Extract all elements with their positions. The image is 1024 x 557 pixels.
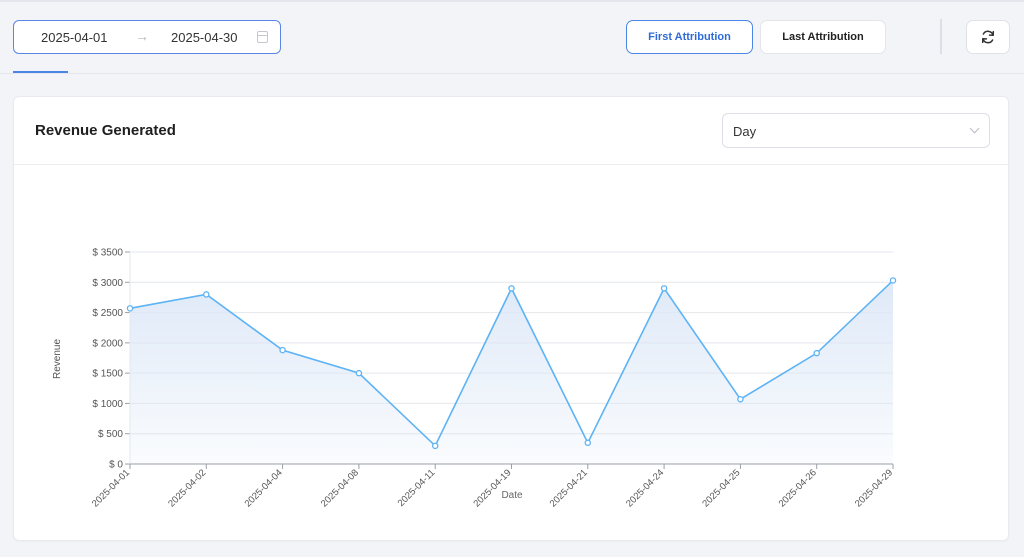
data-point [737,395,744,403]
data-point [660,285,668,292]
y-tick-label: $ 3000 [92,278,123,289]
x-tick-label: 2025-04-11 [396,467,438,509]
calendar-icon[interactable] [257,31,268,43]
data-point [126,305,134,312]
x-tick-label: 2025-04-19 [471,467,513,509]
x-tick-label: 2025-04-25 [700,467,742,509]
x-tick-label: 2025-04-24 [624,467,666,509]
x-tick-label: 2025-04-21 [548,467,590,509]
vertical-divider [940,19,942,54]
top-toolbar: 2025-04-01 → 2025-04-30 First Attributio… [0,0,1024,74]
refresh-icon [981,30,995,44]
data-point [279,346,286,354]
data-point [508,285,515,292]
data-point [813,349,820,357]
x-tick-label: 2025-04-29 [853,467,895,509]
data-point [355,369,363,377]
x-tick-label: 2025-04-02 [166,467,208,509]
x-tick-label: 2025-04-08 [319,467,361,509]
arrow-right-icon: → [135,28,149,44]
revenue-area [130,280,893,464]
date-start-input[interactable]: 2025-04-01 [41,30,108,45]
y-tick-label: $ 1500 [92,369,123,380]
first-attribution-button[interactable]: First Attribution [626,20,753,54]
y-tick-label: $ 2000 [92,338,123,349]
data-point [431,442,439,450]
x-tick-label: 2025-04-01 [90,467,132,509]
revenue-card: Revenue Generated Day $ 0 $ 500 $ 1000 $ 15… [13,96,1009,541]
y-tick-label: $ 500 [98,429,123,440]
y-tick-label: $ 3500 [92,248,123,259]
x-axis-label: Date [501,490,523,501]
y-axis-label: Revenue [52,339,63,379]
date-range-picker[interactable]: 2025-04-01 → 2025-04-30 [13,20,281,54]
data-point [203,291,210,298]
y-axis-ticks: $ 0 $ 500 $ 1000 $ 1500 $ 2000 $ 2500 $ 3000 $ … [92,248,131,471]
x-tick-label: 2025-04-26 [777,467,819,509]
last-attribution-button[interactable]: Last Attribution [760,20,886,54]
x-tick-label: 2025-04-04 [243,467,285,509]
revenue-chart: $ 0 $ 500 $ 1000 $ 1500 $ 2000 $ 2500 $ 3000 $ … [52,248,897,509]
date-end-input[interactable]: 2025-04-30 [171,30,238,45]
y-tick-label: $ 1000 [92,399,123,410]
x-axis-ticks: 2025-04-01 2025-04-02 2025-04-04 2025-04-08… [90,464,895,509]
y-tick-label: $ 0 [109,460,123,471]
data-point [584,439,592,447]
y-tick-label: $ 2500 [92,308,123,319]
data-point [889,277,897,284]
toolbar-divider [0,73,1024,74]
refresh-button[interactable] [966,20,1010,54]
